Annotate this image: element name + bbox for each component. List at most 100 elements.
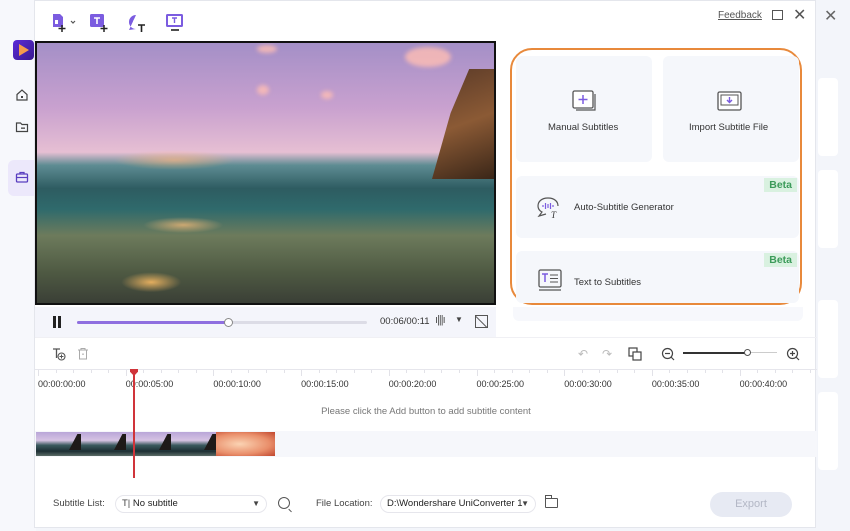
toolbox-icon [14, 170, 30, 186]
subtitle-editor-dialog: Feedback ✕ 00:06/00:11 ı|||ı ▼ Manual Su… [34, 0, 817, 528]
ruler-tick [213, 370, 215, 376]
video-preview[interactable] [35, 41, 496, 305]
file-location-select[interactable]: D:\Wondershare UniConverter 1 ▼ [380, 495, 536, 513]
ruler-label: 00:00:10:00 [213, 379, 261, 389]
auto-subtitle-icon[interactable] [127, 13, 147, 32]
timeline-zoom-thumb[interactable] [744, 349, 751, 356]
split-icon[interactable] [628, 347, 642, 364]
import-subtitle-file-button[interactable]: Import Subtitle File [663, 56, 799, 162]
ruler-tick [38, 370, 39, 376]
text-to-subtitles-label: Text to Subtitles [574, 277, 642, 288]
timeline-hint: Please click the Add button to add subti… [321, 406, 531, 417]
video-frame [37, 43, 494, 303]
text-document-icon [538, 269, 562, 291]
ruler-tick [230, 370, 232, 373]
video-cloud [321, 91, 333, 99]
ruler-tick [634, 370, 636, 373]
ruler-tick [160, 370, 162, 373]
subtitle-list-select[interactable]: T| No subtitle ▼ [115, 495, 267, 513]
audio-waveform-icon[interactable]: ı|||ı [435, 314, 446, 326]
text-subtitle-icon[interactable] [165, 13, 185, 31]
open-folder-icon[interactable] [545, 495, 558, 508]
ruler-tick [581, 370, 583, 373]
ruler-label: 00:00:30:00 [564, 379, 612, 389]
chevron-down-icon: ▼ [521, 499, 529, 508]
video-cloud [257, 45, 277, 53]
player-controls: 00:06/00:11 ı|||ı ▼ [35, 307, 496, 337]
ruler-tick [195, 370, 197, 373]
add-file-icon[interactable] [51, 13, 76, 32]
ruler-tick [792, 370, 794, 373]
ruler-tick [757, 370, 759, 373]
video-thumbnail [216, 432, 275, 456]
ruler-tick [458, 370, 460, 373]
ruler-tick [616, 370, 618, 373]
speech-waveform-icon: T [537, 197, 559, 220]
export-button[interactable]: Export [710, 492, 792, 517]
chevron-down-icon[interactable]: ▼ [455, 315, 463, 324]
background-close-icon[interactable]: ✕ [824, 6, 837, 26]
zoom-out-icon[interactable] [661, 347, 675, 364]
ruler-label: 00:00:40:00 [739, 379, 788, 389]
video-cloud [405, 47, 451, 67]
subtitle-options-panel: Manual Subtitles Import Subtitle File Be… [510, 48, 802, 305]
auto-subtitle-generator-button[interactable]: Beta T Auto-Subtitle Generator [516, 176, 799, 238]
ruler-tick [248, 370, 250, 373]
ruler-tick [371, 370, 373, 373]
app-logo [13, 40, 34, 60]
search-icon[interactable] [278, 497, 290, 509]
ruler-tick [809, 370, 811, 373]
fullscreen-icon[interactable] [475, 315, 488, 328]
progress-fill [77, 321, 228, 324]
zoom-in-icon[interactable] [786, 347, 800, 364]
video-thumbnail-strip[interactable] [36, 432, 275, 456]
options-panel-shadow [513, 307, 803, 321]
timeline-zoom-slider[interactable] [683, 352, 749, 354]
ruler-label: 00:00:35:00 [651, 379, 700, 389]
auto-subtitle-generator-label: Auto-Subtitle Generator [574, 202, 674, 213]
beta-badge: Beta [764, 178, 797, 192]
undo-icon[interactable]: ↶ [578, 347, 588, 361]
ruler-tick [125, 370, 127, 376]
redo-icon[interactable]: ↷ [602, 347, 612, 361]
ruler-label: 00:00:25:00 [476, 379, 525, 389]
add-box-icon [572, 90, 596, 111]
folder-icon[interactable] [14, 120, 30, 136]
playback-progress-slider[interactable] [77, 318, 367, 327]
ruler-tick [529, 370, 531, 373]
chevron-down-icon: ▼ [252, 499, 260, 508]
video-thumbnail [81, 432, 126, 456]
ruler-label: 00:00:00:00 [38, 379, 86, 389]
time-display: 00:06/00:11 [380, 316, 430, 327]
close-icon[interactable]: ✕ [793, 5, 806, 25]
playhead[interactable] [133, 373, 135, 478]
ruler-tick [301, 370, 303, 376]
ruler-tick [546, 370, 548, 373]
timeline-ruler[interactable]: 00:00:00:00 00:00:05:00 00:00:10:00 00:00:1… [35, 369, 817, 397]
add-subtitle-icon[interactable] [89, 13, 109, 32]
ruler-tick [511, 370, 513, 373]
import-file-icon [717, 91, 742, 111]
svg-text:T: T [551, 210, 557, 220]
background-card [818, 78, 838, 156]
ruler-label: 00:00:15:00 [301, 379, 349, 389]
delete-icon[interactable] [77, 347, 89, 363]
add-text-icon[interactable] [52, 347, 66, 364]
ruler-tick [476, 370, 478, 376]
ruler-tick [599, 370, 601, 373]
maximize-icon[interactable] [772, 10, 783, 20]
ruler-tick [423, 370, 425, 373]
ruler-tick [564, 370, 566, 376]
video-thumbnail [171, 432, 216, 456]
text-to-subtitles-button[interactable]: Beta Text to Subtitles [516, 251, 799, 303]
manual-subtitles-button[interactable]: Manual Subtitles [516, 56, 652, 162]
background-card [818, 300, 838, 378]
manual-subtitles-label: Manual Subtitles [548, 122, 619, 133]
ruler-tick [494, 370, 496, 373]
feedback-link[interactable]: Feedback [718, 10, 762, 21]
ruler-tick [388, 370, 390, 376]
progress-thumb[interactable] [223, 318, 233, 327]
ruler-tick [722, 370, 724, 373]
home-icon[interactable] [14, 88, 30, 104]
pause-button[interactable] [52, 316, 62, 328]
